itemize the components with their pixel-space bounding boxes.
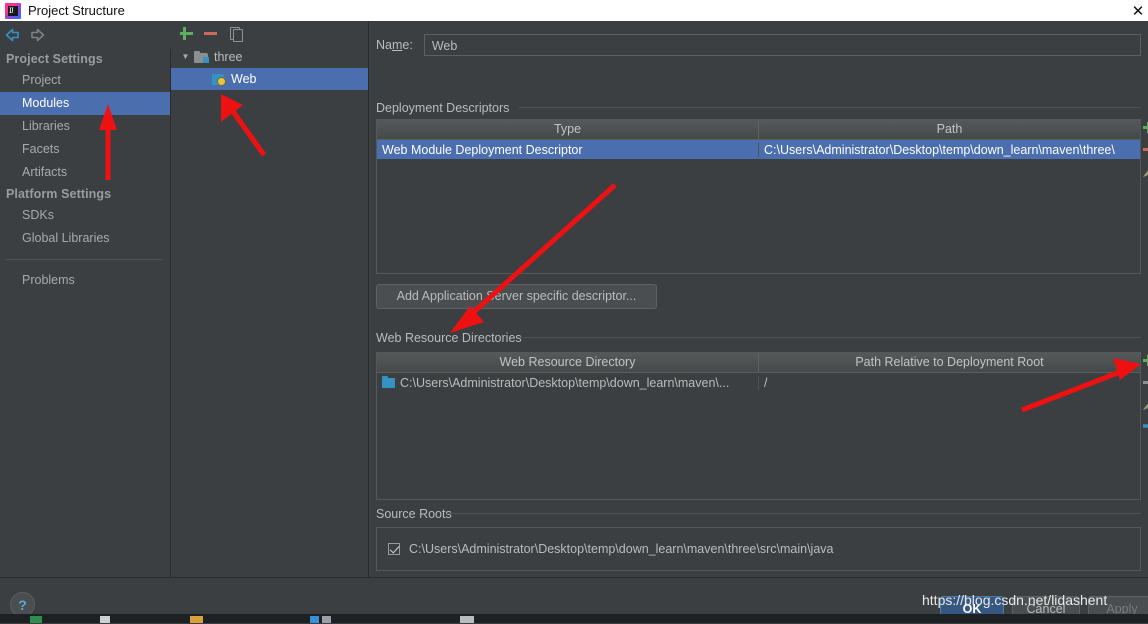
cell-directory: C:\Users\Administrator\Desktop\temp\down… — [377, 375, 759, 390]
window-title: Project Structure — [28, 3, 125, 18]
cell-relative-path: / — [764, 375, 768, 390]
taskbar-icon[interactable] — [30, 616, 42, 623]
navigation-strip — [0, 21, 170, 49]
module-tree-panel: ▼ three Web — [171, 21, 369, 577]
move-web-resource-icon[interactable] — [1143, 424, 1148, 428]
remove-descriptor-icon[interactable] — [1143, 143, 1148, 155]
taskbar-icon[interactable] — [460, 616, 474, 623]
remove-web-resource-icon[interactable] — [1143, 376, 1148, 388]
web-resources-table-toolbar — [1143, 354, 1148, 436]
sidebar-divider — [6, 259, 162, 260]
cell-type: Web Module Deployment Descriptor — [377, 142, 759, 157]
dialog-body: Project Settings Project Modules Librari… — [0, 21, 1148, 624]
tree-node-label: three — [214, 50, 243, 64]
section-divider — [519, 337, 1141, 338]
add-application-server-descriptor-button[interactable]: Add Application Server specific descript… — [376, 284, 657, 309]
web-resource-directories-title: Web Resource Directories — [376, 331, 528, 345]
watermark-text: https://blog.csdn.net/lidashent — [922, 592, 1108, 608]
sidebar-item-project[interactable]: Project — [0, 69, 170, 92]
tree-node-label: Web — [231, 72, 257, 86]
sidebar-item-global-libraries[interactable]: Global Libraries — [0, 227, 170, 250]
remove-module-icon[interactable] — [202, 25, 219, 42]
name-input[interactable]: Web — [423, 34, 1141, 56]
sidebar-group-title-platform-settings: Platform Settings — [6, 187, 112, 201]
taskbar — [0, 614, 1148, 623]
taskbar-icon[interactable] — [322, 616, 331, 623]
column-header-type[interactable]: Type — [377, 120, 759, 139]
arrow-left-icon[interactable] — [4, 27, 21, 43]
intellij-idea-icon: IJ — [5, 2, 21, 19]
web-resource-directories-table[interactable]: Web Resource Directory Path Relative to … — [376, 352, 1141, 500]
window-title-bar: IJ Project Structure ✕ — [0, 0, 1148, 21]
section-divider — [519, 107, 1141, 108]
taskbar-icon[interactable] — [100, 616, 110, 623]
source-root-path: C:\Users\Administrator\Desktop\temp\down… — [409, 542, 834, 556]
column-header-path-relative[interactable]: Path Relative to Deployment Root — [759, 353, 1140, 372]
section-divider — [447, 513, 1141, 514]
name-label: Name: — [376, 38, 413, 52]
module-tree-toolbar — [171, 21, 368, 46]
close-icon[interactable]: ✕ — [1122, 0, 1148, 21]
settings-sidebar: Project Settings Project Modules Librari… — [0, 49, 171, 577]
deployment-table-toolbar — [1143, 121, 1148, 181]
tree-node-web[interactable]: Web — [171, 68, 368, 90]
table-header: Web Resource Directory Path Relative to … — [377, 353, 1140, 373]
sidebar-item-artifacts[interactable]: Artifacts — [0, 161, 170, 184]
source-root-checkbox[interactable] — [388, 543, 400, 555]
edit-web-resource-icon[interactable] — [1143, 398, 1148, 410]
project-structure-dialog: IJ Project Structure ✕ Project Settings … — [0, 0, 1148, 624]
web-facet-icon — [211, 73, 226, 86]
chevron-down-icon[interactable]: ▼ — [177, 46, 194, 68]
facet-settings-pane: Name: Web Deployment Descriptors Type Pa… — [369, 21, 1148, 577]
arrow-right-icon — [29, 27, 46, 43]
sidebar-item-sdks[interactable]: SDKs — [0, 204, 170, 227]
sidebar-item-libraries[interactable]: Libraries — [0, 115, 170, 138]
table-row[interactable]: C:\Users\Administrator\Desktop\temp\down… — [377, 373, 1140, 392]
column-header-web-resource-directory[interactable]: Web Resource Directory — [377, 353, 759, 372]
name-row: Name: Web — [376, 33, 1141, 57]
module-folder-icon — [194, 51, 209, 63]
add-descriptor-icon[interactable] — [1143, 121, 1148, 133]
sidebar-item-facets[interactable]: Facets — [0, 138, 170, 161]
sidebar-item-modules[interactable]: Modules — [0, 92, 170, 115]
taskbar-icon[interactable] — [190, 616, 203, 623]
sidebar-item-problems[interactable]: Problems — [0, 269, 170, 292]
edit-descriptor-icon[interactable] — [1143, 165, 1148, 177]
deployment-descriptors-table[interactable]: Type Path Web Module Deployment Descript… — [376, 119, 1141, 274]
taskbar-icon[interactable] — [310, 616, 319, 623]
folder-icon — [382, 375, 395, 388]
source-roots-list[interactable]: C:\Users\Administrator\Desktop\temp\down… — [376, 527, 1141, 571]
tree-node-three[interactable]: ▼ three — [171, 46, 368, 68]
sidebar-group-title-project-settings: Project Settings — [6, 52, 103, 66]
deployment-descriptors-title: Deployment Descriptors — [376, 101, 516, 115]
column-header-path[interactable]: Path — [759, 120, 1140, 139]
copy-module-icon[interactable] — [227, 25, 244, 42]
add-module-icon[interactable] — [178, 25, 195, 42]
list-item[interactable]: C:\Users\Administrator\Desktop\temp\down… — [377, 538, 1140, 560]
table-row[interactable]: Web Module Deployment Descriptor C:\User… — [377, 140, 1140, 159]
cell-path: C:\Users\Administrator\Desktop\temp\down… — [764, 142, 1115, 157]
source-roots-title: Source Roots — [376, 507, 458, 521]
table-header: Type Path — [377, 120, 1140, 140]
add-web-resource-icon[interactable] — [1143, 354, 1148, 366]
